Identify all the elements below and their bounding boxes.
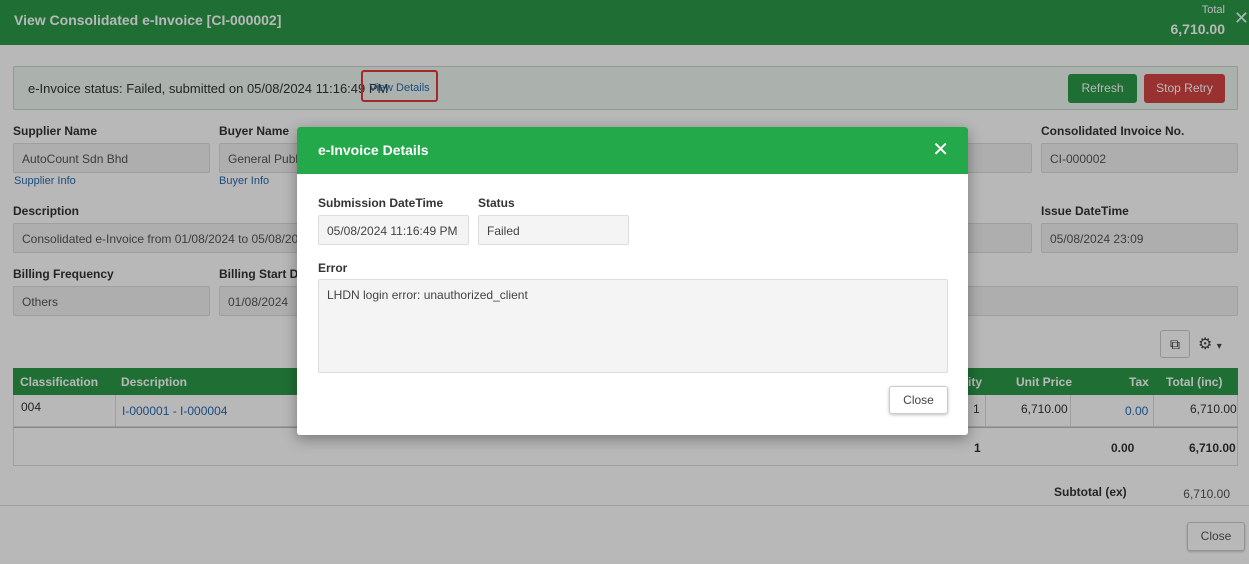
status-label: Status <box>478 196 515 210</box>
error-textarea[interactable]: LHDN login error: unauthorized_client <box>318 279 948 373</box>
error-label: Error <box>318 261 348 275</box>
submission-datetime-field[interactable]: 05/08/2024 11:16:49 PM <box>318 215 469 245</box>
einvoice-details-modal: e-Invoice Details ✕ Submission DateTime … <box>297 127 968 435</box>
submission-datetime-label: Submission DateTime <box>318 196 444 210</box>
modal-title: e-Invoice Details <box>318 142 429 158</box>
modal-close-button[interactable]: Close <box>889 386 948 414</box>
modal-header: e-Invoice Details ✕ <box>297 127 968 174</box>
close-icon[interactable]: ✕ <box>932 137 949 162</box>
status-field[interactable]: Failed <box>478 215 629 245</box>
